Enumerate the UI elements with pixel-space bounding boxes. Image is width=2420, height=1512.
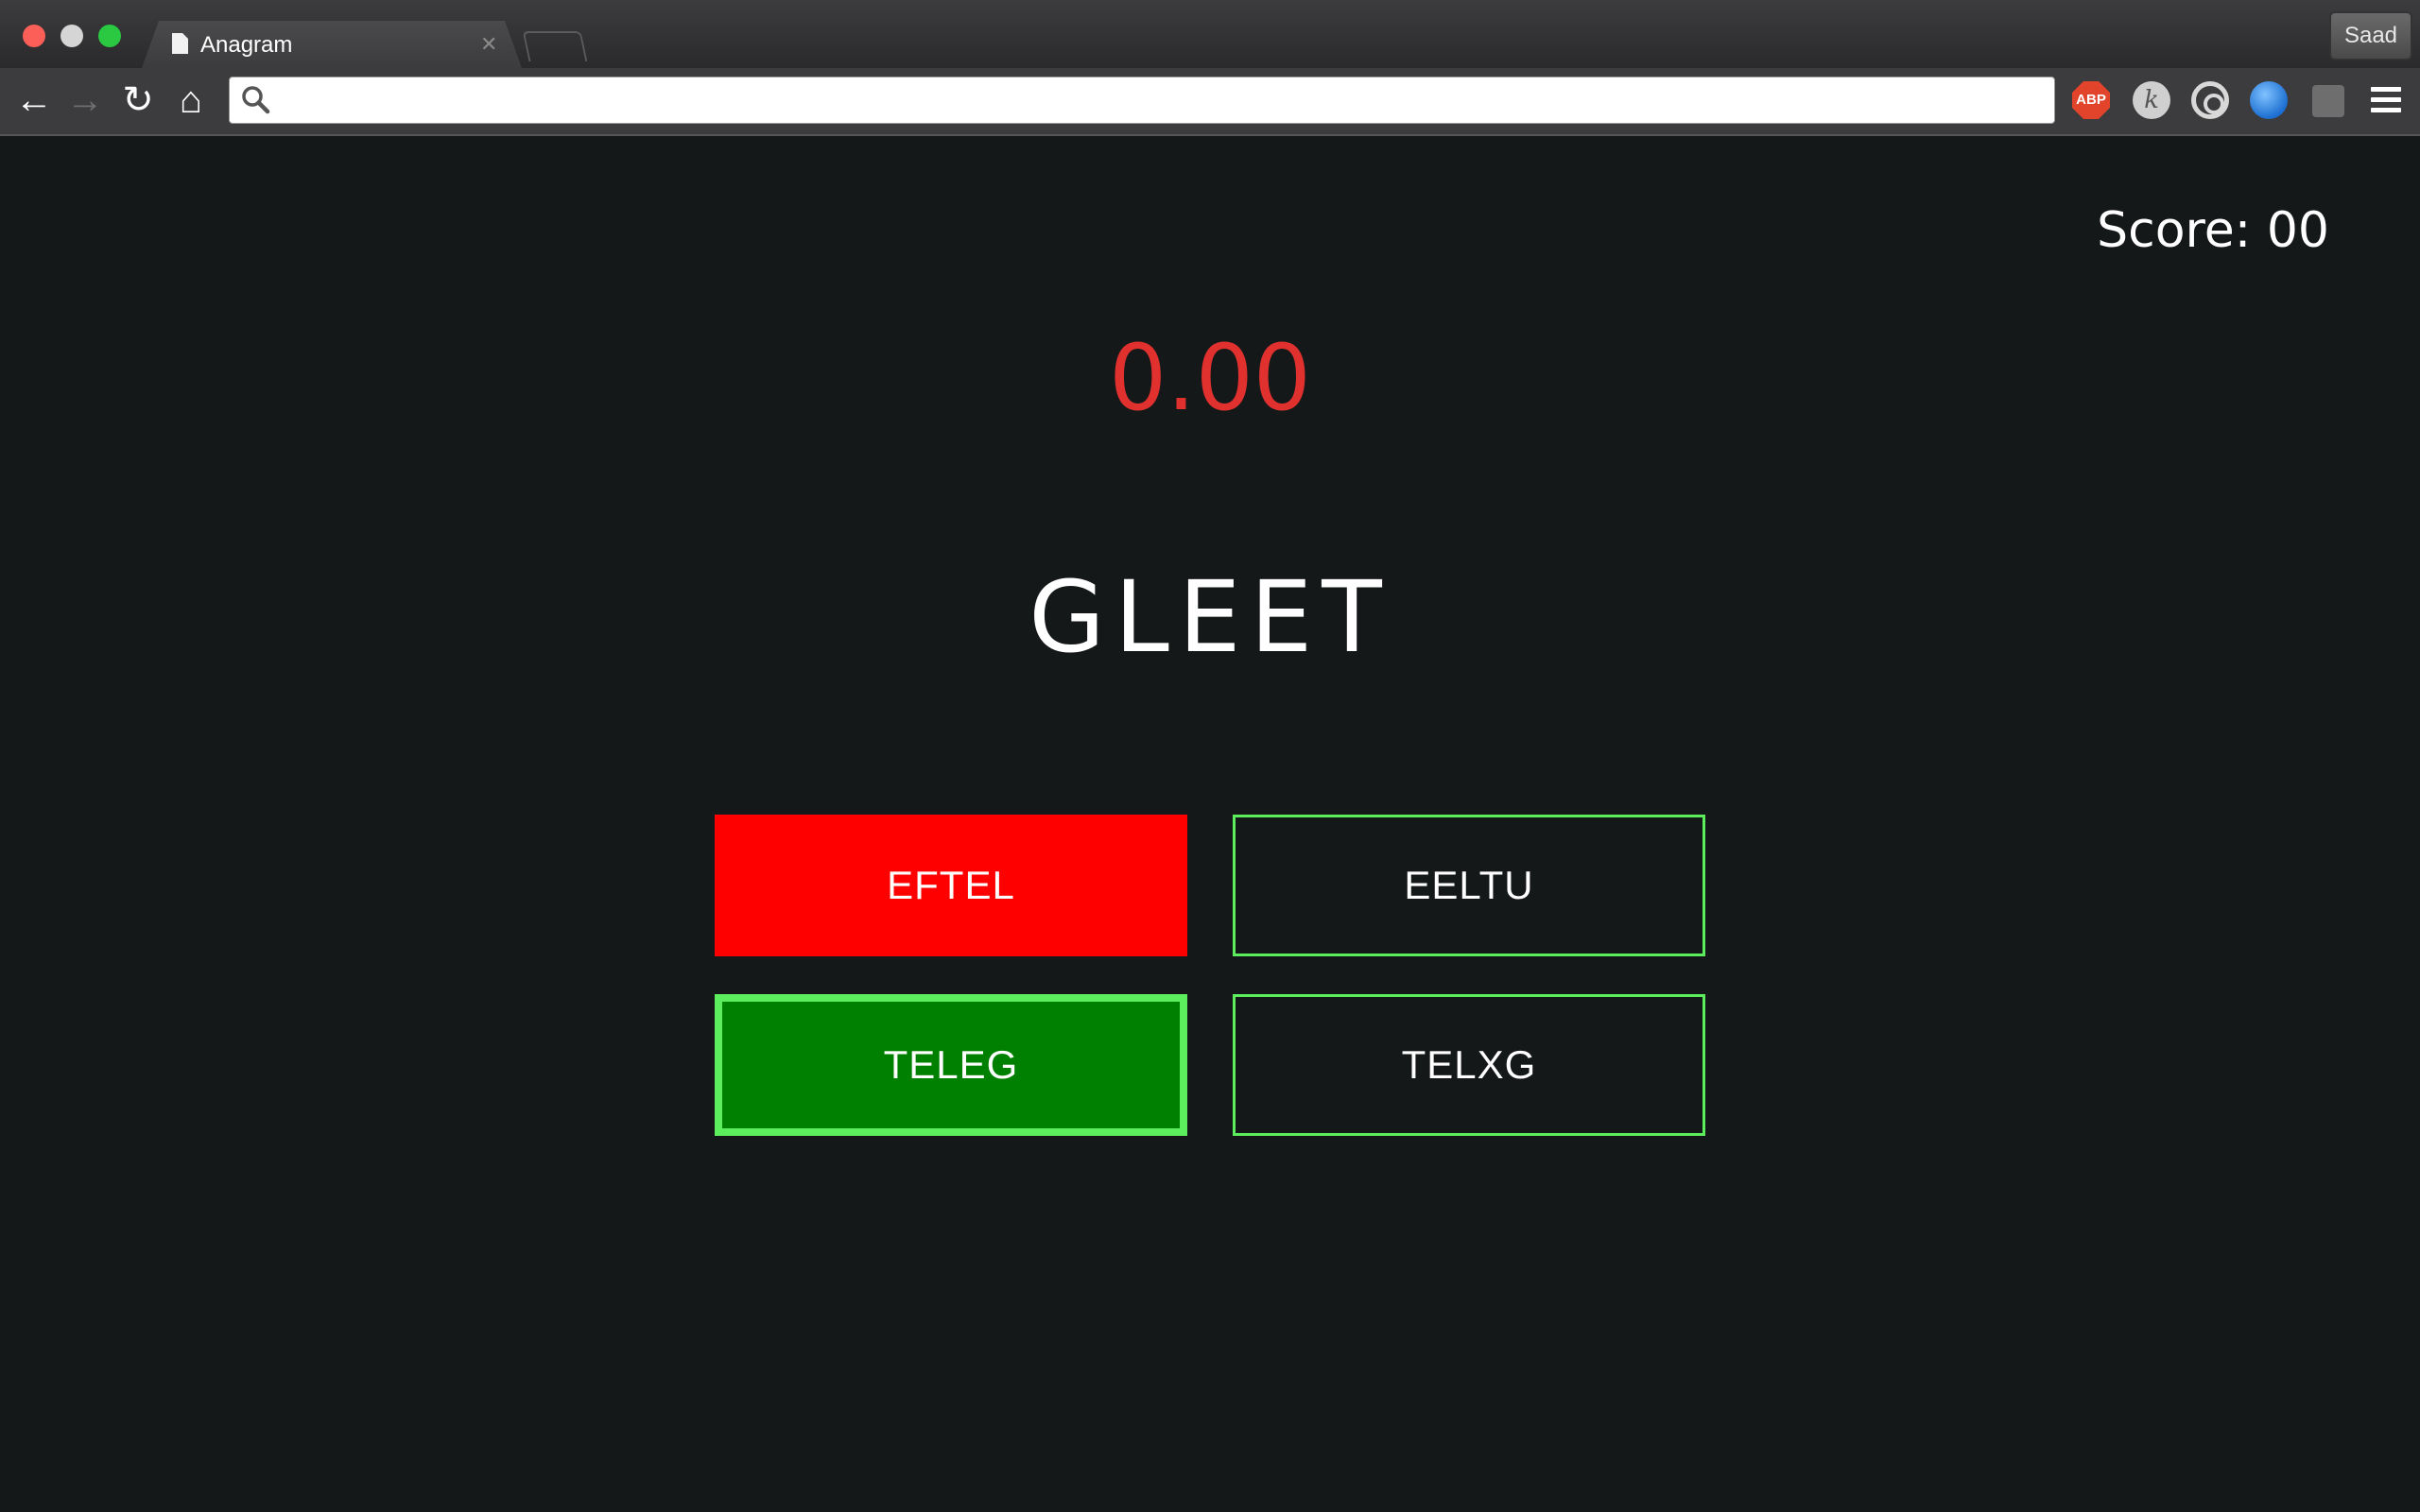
address-bar[interactable] bbox=[229, 77, 2055, 124]
scrambled-word: GLEET bbox=[1028, 559, 1392, 675]
answer-option-2[interactable]: EELTU bbox=[1233, 815, 1705, 956]
window-close-button[interactable] bbox=[23, 25, 45, 47]
puzzle-extension-icon[interactable] bbox=[2312, 85, 2344, 117]
game-area: Score: 00 0.00 GLEET EFTEL EELTU TELEG T… bbox=[0, 136, 2420, 1512]
at-sign-extension-icon[interactable] bbox=[2191, 81, 2229, 119]
hamburger-menu-icon[interactable] bbox=[2371, 87, 2401, 115]
answer-option-1[interactable]: EFTEL bbox=[715, 815, 1187, 956]
adblock-plus-icon[interactable]: ABP bbox=[2072, 81, 2110, 119]
browser-titlebar: Anagram ✕ Saad bbox=[0, 0, 2420, 68]
timer-display: 0.00 bbox=[1109, 325, 1311, 431]
answer-option-4[interactable]: TELXG bbox=[1233, 994, 1705, 1136]
reload-icon[interactable]: ↻ bbox=[117, 79, 159, 121]
page-icon bbox=[172, 33, 188, 54]
forward-arrow-icon[interactable]: → bbox=[64, 79, 106, 121]
search-icon bbox=[242, 86, 270, 114]
back-arrow-icon[interactable]: ← bbox=[13, 79, 55, 121]
tab-close-icon[interactable]: ✕ bbox=[480, 32, 497, 57]
answer-option-3[interactable]: TELEG bbox=[715, 994, 1187, 1136]
profile-button[interactable]: Saad bbox=[2329, 11, 2412, 60]
browser-tab[interactable]: Anagram ✕ bbox=[142, 21, 522, 68]
globe-extension-icon[interactable] bbox=[2250, 81, 2288, 119]
new-tab-button[interactable] bbox=[522, 31, 588, 61]
address-input[interactable] bbox=[279, 81, 2041, 121]
home-icon[interactable]: ⌂ bbox=[170, 79, 212, 121]
window-maximize-button[interactable] bbox=[98, 25, 121, 47]
window-minimize-button[interactable] bbox=[60, 25, 83, 47]
browser-toolbar: ← → ↻ ⌂ ABP k bbox=[0, 68, 2420, 136]
k-extension-icon[interactable]: k bbox=[2133, 81, 2170, 119]
tab-title: Anagram bbox=[200, 32, 293, 58]
score-display: Score: 00 bbox=[2097, 202, 2329, 259]
